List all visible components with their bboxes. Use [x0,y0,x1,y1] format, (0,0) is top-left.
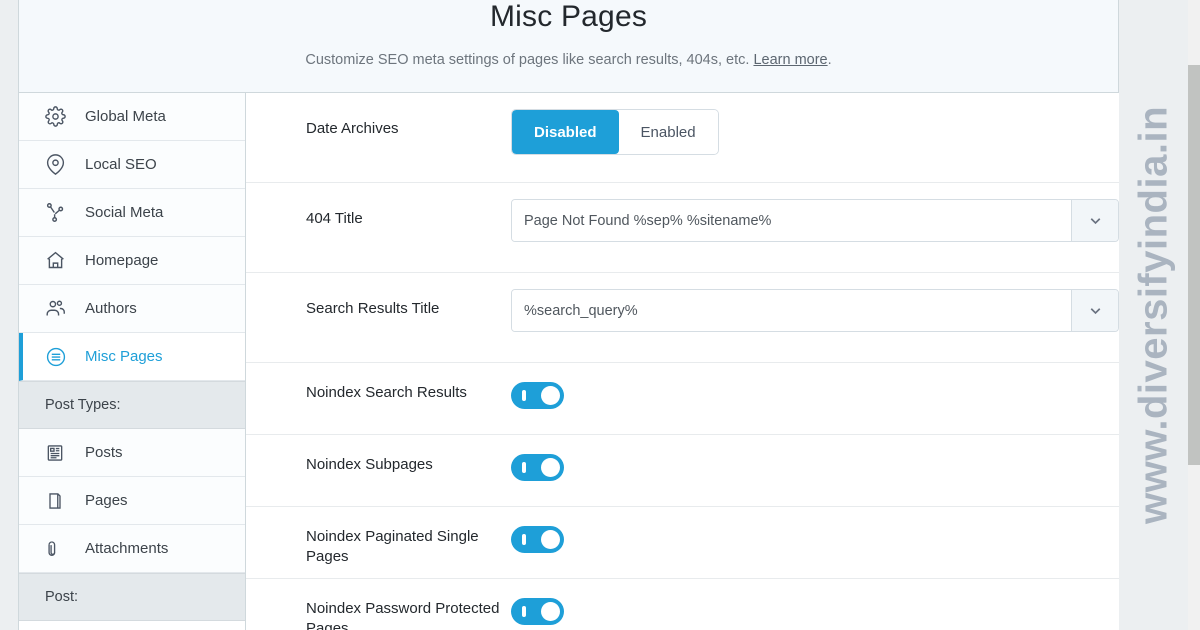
page-subtitle-period: . [827,52,832,68]
setting-row-search-results-title: Search Results Title [246,273,1119,363]
noindex-subpages-toggle[interactable] [511,454,564,481]
noindex-search-results-toggle[interactable] [511,382,564,409]
page-icon [45,491,71,511]
noindex-password-protected-pages-toggle[interactable] [511,598,564,625]
sidebar-item-label: Authors [85,300,137,317]
sidebar-item-pages[interactable]: Pages [19,477,245,525]
setting-row-noindex-subpages: Noindex Subpages [246,435,1119,507]
home-icon [45,250,71,271]
article-icon [45,443,71,463]
card-header: Misc Pages Customize SEO meta settings o… [19,0,1118,93]
toggle-bar [522,534,526,545]
sidebar-item-label: Attachments [85,540,169,557]
toggle-bar [522,606,526,617]
search-results-title-dropdown-button[interactable] [1071,290,1118,331]
sidebar-item-global-meta[interactable]: Global Meta [19,93,245,141]
404-title-input[interactable] [512,200,1071,241]
setting-label: Noindex Search Results [306,384,467,401]
sidebar-item-label: Pages [85,492,128,509]
sidebar-group-post-types: Post Types: [19,381,245,429]
setting-row-noindex-password-protected-pages: Noindex Password Protected Pages [246,579,1119,630]
paperclip-icon [45,539,71,559]
learn-more-link[interactable]: Learn more [753,52,827,68]
setting-label: Noindex Paginated Single Pages [306,528,479,566]
chevron-down-icon [1090,218,1100,225]
chevron-down-icon [1090,308,1100,315]
share-nodes-icon [45,202,71,223]
date-archives-disabled-button[interactable]: Disabled [512,110,619,154]
sidebar-item-posts[interactable]: Posts [19,429,245,477]
setting-label: Noindex Password Protected Pages [306,600,500,630]
setting-control [511,363,1119,414]
setting-control [511,507,1119,558]
sidebar-item-social-meta[interactable]: Social Meta [19,189,245,237]
screenshot-root: Misc Pages Customize SEO meta settings o… [0,0,1200,630]
setting-control [511,579,1119,630]
page-subtitle: Customize SEO meta settings of pages lik… [19,51,1118,70]
toggle-knob [541,602,560,621]
setting-control [511,435,1119,486]
search-results-title-input[interactable] [512,290,1071,331]
date-archives-enabled-button[interactable]: Enabled [618,110,718,154]
sidebar-item-homepage[interactable]: Homepage [19,237,245,285]
setting-control [511,183,1119,242]
noindex-paginated-single-pages-toggle[interactable] [511,526,564,553]
sidebar-item-attachments[interactable]: Attachments [19,525,245,573]
gear-icon [45,106,71,127]
sidebar-item-label: Social Meta [85,204,164,221]
page-scrollbar-thumb[interactable] [1188,65,1200,465]
sidebar-nav: Global Meta Local SEO Social Meta Homepa… [19,93,246,630]
settings-card: Misc Pages Customize SEO meta settings o… [18,0,1159,630]
page-left-gutter [0,0,18,630]
setting-row-404-title: 404 Title [246,183,1119,273]
setting-label: 404 Title [306,210,363,227]
setting-label: Noindex Subpages [306,456,433,473]
toggle-bar [522,390,526,401]
setting-row-noindex-paginated-single-pages: Noindex Paginated Single Pages [246,507,1119,579]
settings-content: Date Archives Disabled Enabled 404 Title [246,93,1159,630]
404-title-dropdown-button[interactable] [1071,200,1118,241]
date-archives-toggle-group: Disabled Enabled [511,109,719,155]
map-pin-icon [45,154,71,175]
toggle-knob [541,530,560,549]
setting-row-noindex-search-results: Noindex Search Results [246,363,1119,435]
toggle-knob [541,458,560,477]
sidebar-item-label: Global Meta [85,108,166,125]
list-circle-icon [45,346,71,368]
watermark-strip: www.diversifyindia.in [1119,0,1188,630]
sidebar-group-post: Post: [19,573,245,621]
setting-control: Disabled Enabled [511,93,1119,155]
sidebar-item-label: Posts [85,444,123,461]
sidebar-item-label: Local SEO [85,156,157,173]
page-subtitle-text: Customize SEO meta settings of pages lik… [305,52,750,68]
setting-row-date-archives: Date Archives Disabled Enabled [246,93,1119,183]
sidebar-item-authors[interactable]: Authors [19,285,245,333]
toggle-knob [541,386,560,405]
sidebar-item-label: Misc Pages [85,348,163,365]
sidebar-item-label: Homepage [85,252,159,269]
sidebar-item-local-seo[interactable]: Local SEO [19,141,245,189]
setting-label: Date Archives [306,120,399,137]
setting-control [511,273,1119,332]
setting-label: Search Results Title [306,300,440,317]
404-title-field-wrap [511,199,1119,242]
sidebar-item-misc-pages[interactable]: Misc Pages [19,333,245,381]
users-icon [45,298,71,319]
page-title: Misc Pages [489,0,648,33]
page-scrollbar-track[interactable] [1188,0,1200,630]
toggle-bar [522,462,526,473]
card-body: Global Meta Local SEO Social Meta Homepa… [19,93,1159,630]
watermark-text: www.diversifyindia.in [1131,106,1175,524]
search-results-title-field-wrap [511,289,1119,332]
